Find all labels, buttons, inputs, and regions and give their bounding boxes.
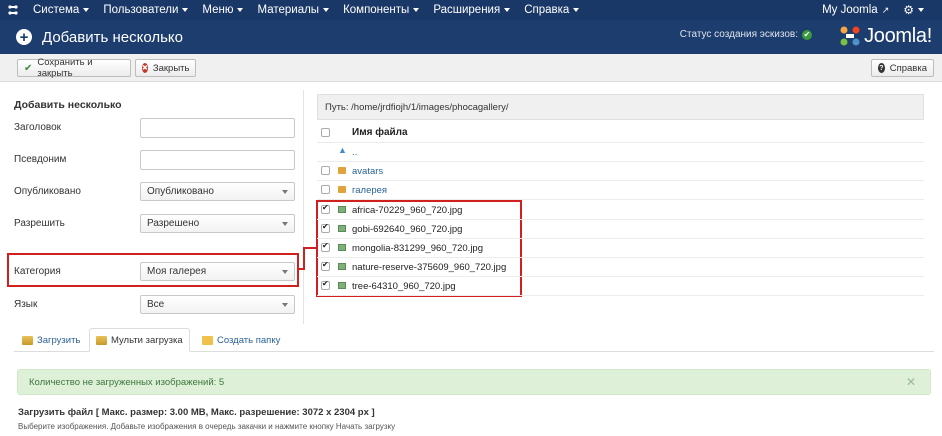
select-arrow-icon <box>282 303 288 307</box>
list-item-folder: галерея <box>317 181 924 200</box>
tab-multi-upload[interactable]: Мульти загрузка <box>89 328 190 352</box>
list-item-file: mongolia-831299_960_720.jpg <box>317 239 924 258</box>
menu-menus[interactable]: Меню <box>195 4 250 16</box>
user-settings-menu[interactable]: ⚙ <box>903 3 942 17</box>
connector-line <box>303 247 316 249</box>
upload-description: Выберите изображения. Добавьте изображен… <box>18 422 396 431</box>
image-file-icon <box>338 282 346 289</box>
row-checkbox[interactable] <box>321 279 330 290</box>
upload-icon <box>22 335 33 345</box>
select-arrow-icon <box>282 190 288 194</box>
list-item-file: africa-70229_960_720.jpg <box>317 201 924 220</box>
field-alias: Псевдоним <box>14 150 299 170</box>
list-item-folder: avatars <box>317 162 924 181</box>
select-all-checkbox[interactable] <box>321 128 330 137</box>
question-icon: ? <box>878 63 885 73</box>
access-select[interactable]: Разрешено <box>140 214 295 233</box>
row-checkbox[interactable] <box>321 166 330 175</box>
list-item-file: nature-reserve-375609_960_720.jpg <box>317 258 924 277</box>
status-alert: Количество не загруженных изображений: 5… <box>17 369 931 395</box>
my-joomla-link[interactable]: My Joomla ↗ <box>822 4 903 16</box>
image-file-icon <box>338 225 346 232</box>
caret-down-icon <box>323 8 330 12</box>
list-item-parent[interactable]: ▲ .. <box>317 143 924 162</box>
field-language: Язык Все <box>14 295 299 315</box>
folder-icon <box>338 186 346 193</box>
external-link-icon: ↗ <box>881 4 890 15</box>
folder-icon <box>338 167 346 174</box>
caret-down-icon <box>413 8 420 12</box>
upload-tabs: Загрузить Мульти загрузка Создать папку <box>14 328 934 352</box>
column-divider <box>303 90 304 324</box>
close-icon[interactable]: ✕ <box>906 375 916 389</box>
file-list-header: Имя файла <box>317 124 924 143</box>
tab-create-folder[interactable]: Создать папку <box>196 328 286 352</box>
page-header: + Добавить несколько Статус создания эск… <box>0 20 942 54</box>
main-menu: Система Пользователи Меню Материалы Комп… <box>26 0 586 20</box>
caret-down-icon <box>237 8 244 12</box>
menu-users[interactable]: Пользователи <box>96 4 195 16</box>
multi-upload-icon <box>96 335 107 345</box>
page-title: Добавить несколько <box>42 28 183 46</box>
field-access: Разрешить Разрешено <box>14 214 299 234</box>
menu-help[interactable]: Справка <box>517 4 586 16</box>
field-published: Опубликовано Опубликовано <box>14 182 299 202</box>
caret-down-icon <box>83 8 90 12</box>
title-label: Заголовок <box>14 122 62 133</box>
select-arrow-icon <box>282 222 288 226</box>
toolbar: ✔ Сохранить и закрыть ✖ Закрыть ? Справк… <box>0 54 942 82</box>
status-ok-icon: ✔ <box>802 29 812 40</box>
navbar-right: My Joomla ↗ ⚙ <box>822 0 942 20</box>
joomla-logo-icon[interactable] <box>0 0 26 20</box>
row-checkbox[interactable] <box>321 185 330 194</box>
folder-up-icon: ▲ <box>338 145 347 155</box>
plus-circle-icon: + <box>16 29 32 45</box>
image-file-icon <box>338 244 346 251</box>
connector-line <box>303 247 305 270</box>
row-checkbox[interactable] <box>321 203 330 214</box>
field-title: Заголовок <box>14 118 299 138</box>
check-icon: ✔ <box>24 62 33 74</box>
joomla-brand-logo: Joomla! <box>838 24 932 48</box>
close-circle-icon: ✖ <box>142 63 148 73</box>
caret-down-icon <box>182 8 189 12</box>
menu-content[interactable]: Материалы <box>250 4 336 16</box>
language-select[interactable]: Все <box>140 295 295 314</box>
row-checkbox[interactable] <box>321 260 330 271</box>
image-file-icon <box>338 206 346 213</box>
top-navbar: Система Пользователи Меню Материалы Комп… <box>0 0 942 20</box>
list-item-file: tree-64310_960_720.jpg <box>317 277 924 296</box>
access-label: Разрешить <box>14 218 65 229</box>
list-item-file: gobi-692640_960_720.jpg <box>317 220 924 239</box>
alias-input[interactable] <box>140 150 295 170</box>
save-and-close-button[interactable]: ✔ Сохранить и закрыть <box>17 57 131 79</box>
caret-down-icon <box>918 8 924 12</box>
caret-down-icon <box>504 8 511 12</box>
category-highlight <box>7 253 299 287</box>
language-label: Язык <box>14 299 38 310</box>
folder-icon <box>202 335 213 345</box>
close-button[interactable]: ✖ Закрыть <box>135 59 196 77</box>
menu-system[interactable]: Система <box>26 4 96 16</box>
joomla-mark-icon <box>840 26 860 46</box>
image-file-icon <box>338 263 346 270</box>
thumbnail-status: Статус создания эскизов: ✔ <box>679 29 812 40</box>
filename-column-header: Имя файла <box>352 127 408 138</box>
title-input[interactable] <box>140 118 295 138</box>
tab-upload[interactable]: Загрузить <box>16 328 86 352</box>
row-checkbox[interactable] <box>321 222 330 233</box>
alias-label: Псевдоним <box>14 154 67 165</box>
row-checkbox[interactable] <box>321 241 330 252</box>
path-bar: Путь: /home/jrdfiojh/1/images/phocagalle… <box>317 94 924 120</box>
gear-icon: ⚙ <box>903 3 914 17</box>
menu-components[interactable]: Компоненты <box>336 4 426 16</box>
help-button[interactable]: ? Справка <box>871 59 934 77</box>
published-label: Опубликовано <box>14 186 81 197</box>
menu-extensions[interactable]: Расширения <box>426 4 517 16</box>
upload-title: Загрузить файл [ Макс. размер: 3.00 MB, … <box>18 407 375 418</box>
caret-down-icon <box>573 8 580 12</box>
published-select[interactable]: Опубликовано <box>140 182 295 201</box>
form-heading: Добавить несколько <box>14 99 122 111</box>
